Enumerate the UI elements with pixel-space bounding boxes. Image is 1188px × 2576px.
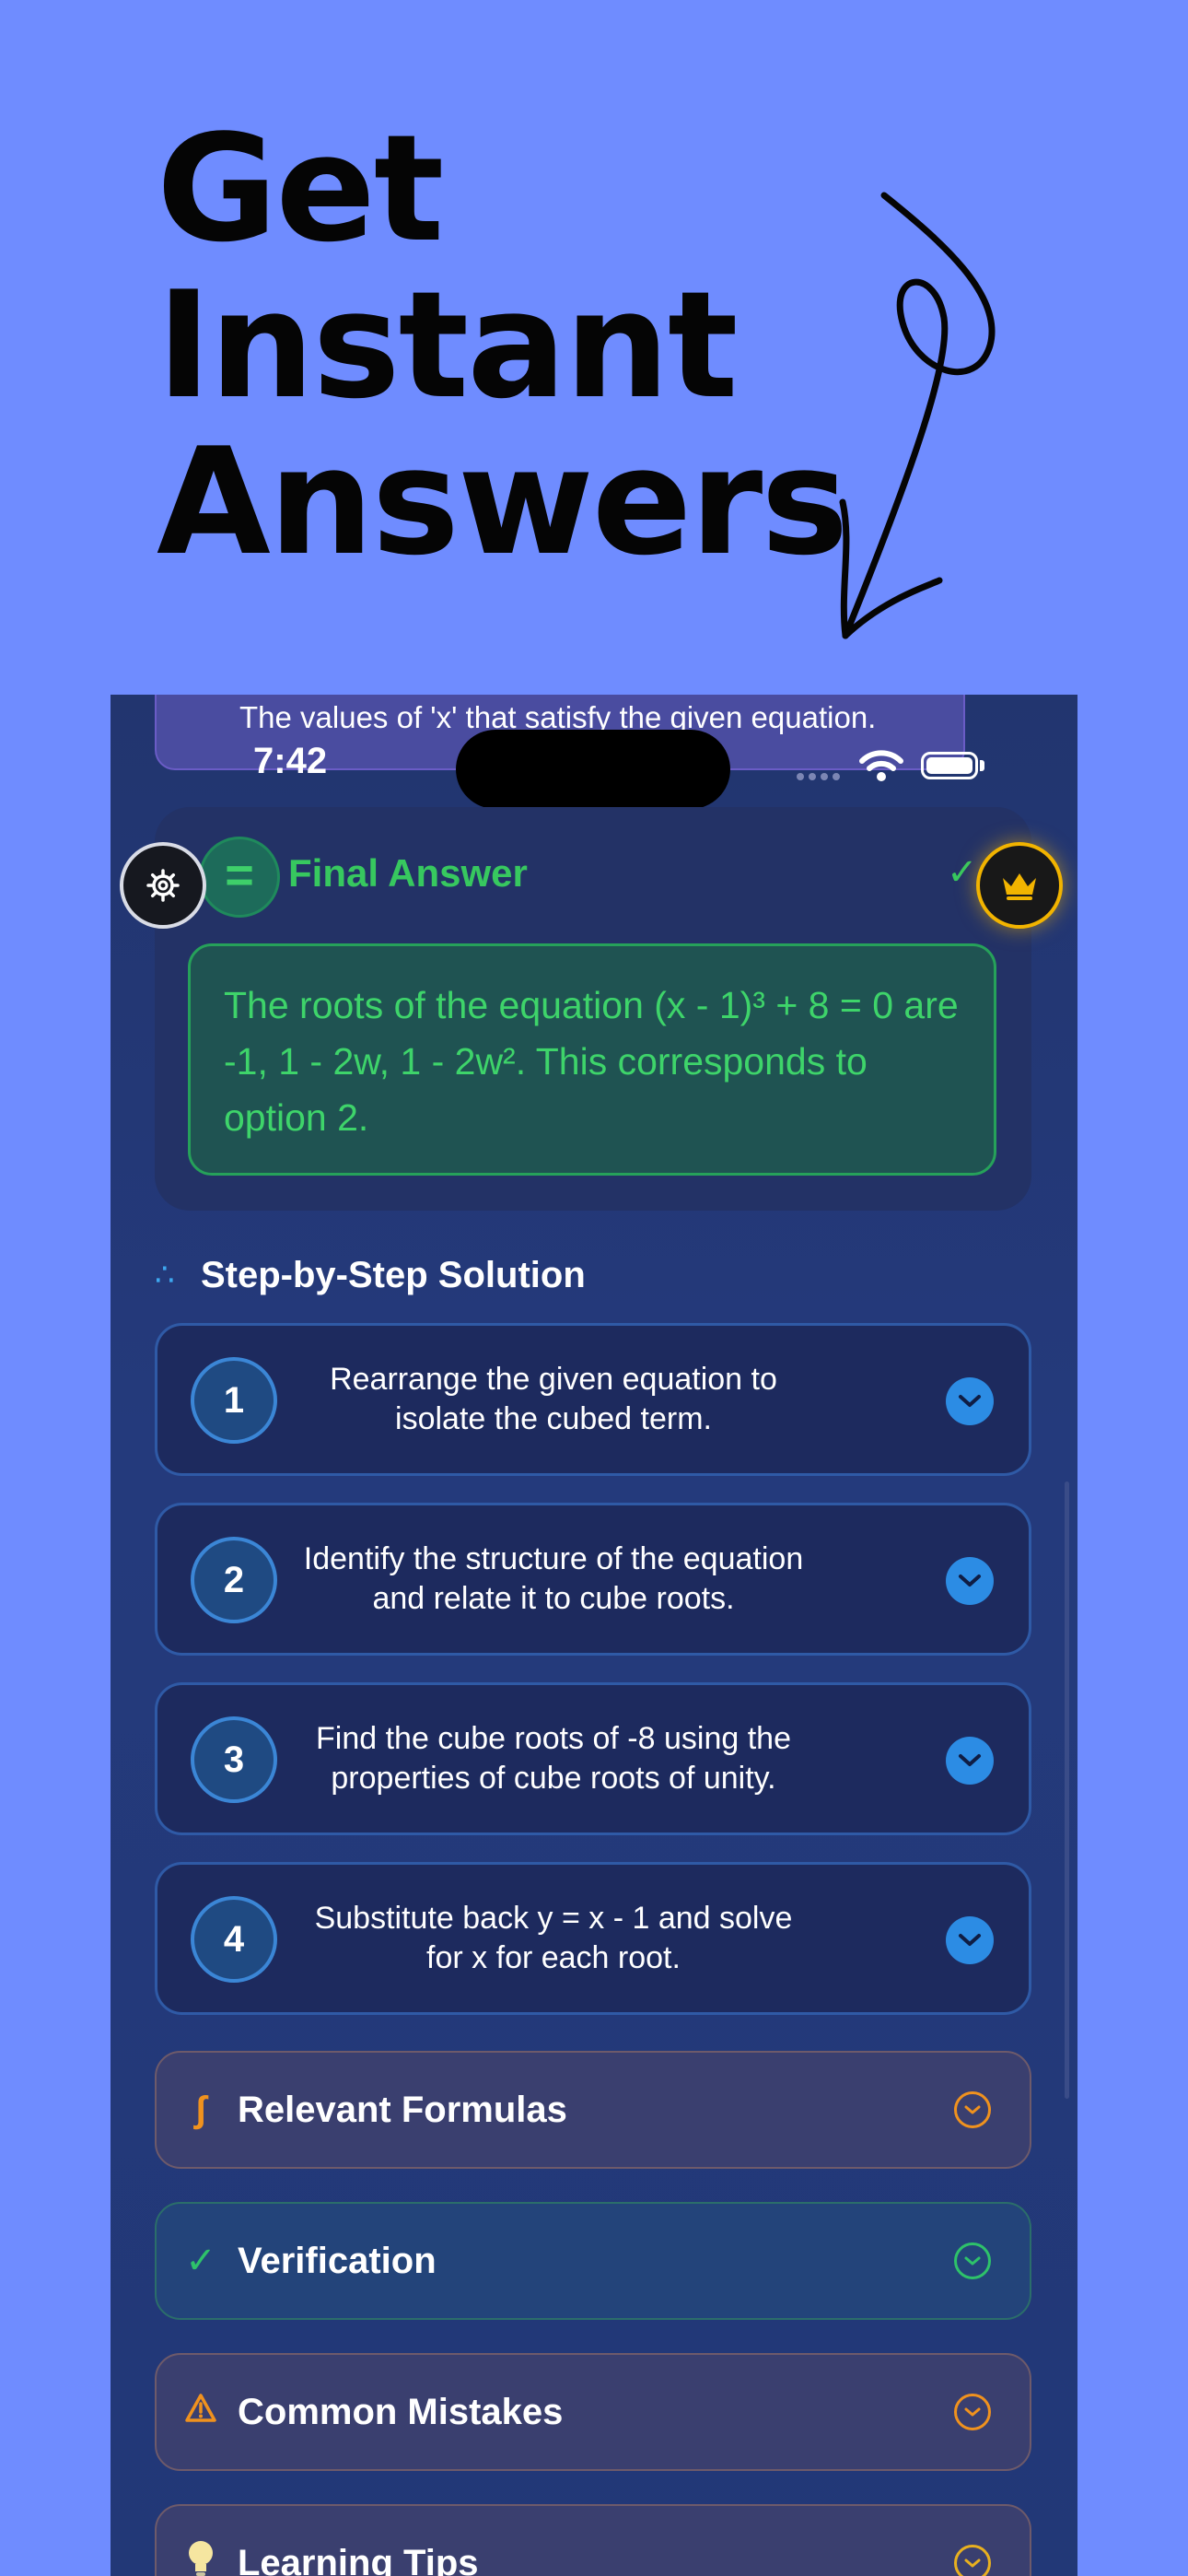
relevant-formulas-title: Relevant Formulas	[238, 2089, 567, 2130]
step-number: 4	[191, 1896, 277, 1983]
learning-tips-section[interactable]: Learning Tips	[155, 2504, 1031, 2576]
chevron-down-icon[interactable]	[946, 1377, 994, 1425]
check-icon: ✓	[947, 852, 978, 893]
solution-header: ∴ Step-by-Step Solution	[155, 1247, 586, 1303]
step-text: Identify the structure of the equation a…	[303, 1541, 804, 1616]
learning-tips-title: Learning Tips	[238, 2542, 479, 2576]
step-row[interactable]: 1 Rearrange the given equation to isolat…	[155, 1323, 1031, 1476]
chevron-down-icon[interactable]	[954, 2091, 991, 2128]
equals-badge: =	[199, 837, 280, 918]
final-answer-title: Final Answer	[288, 851, 528, 895]
warning-icon	[164, 2392, 238, 2433]
status-time: 7:42	[253, 741, 328, 781]
scrollbar[interactable]	[1065, 1481, 1069, 2099]
chevron-down-icon[interactable]	[954, 2545, 991, 2576]
battery-icon	[921, 752, 978, 779]
gear-icon	[146, 869, 180, 902]
common-mistakes-title: Common Mistakes	[238, 2391, 564, 2432]
premium-crown-button[interactable]	[976, 842, 1063, 929]
chevron-down-icon[interactable]	[946, 1557, 994, 1605]
step-row[interactable]: 4 Substitute back y = x - 1 and solve fo…	[155, 1862, 1031, 2015]
chevron-down-icon[interactable]	[946, 1737, 994, 1785]
chevron-down-icon[interactable]	[954, 2394, 991, 2430]
verification-title: Verification	[238, 2240, 437, 2281]
dynamic-island	[456, 730, 730, 809]
verification-section[interactable]: ✓ Verification	[155, 2202, 1031, 2320]
solution-title: Step-by-Step Solution	[201, 1254, 586, 1295]
check-icon: ✓	[185, 2241, 216, 2281]
chevron-down-icon[interactable]	[954, 2242, 991, 2279]
signal-icon	[797, 768, 846, 780]
headline-line-3: Answers	[157, 416, 848, 588]
step-row[interactable]: 2 Identify the structure of the equation…	[155, 1503, 1031, 1656]
headline-line-2: Instant	[157, 259, 739, 431]
step-text: Find the cube roots of -8 using the prop…	[316, 1721, 791, 1796]
settings-button[interactable]	[120, 842, 206, 929]
common-mistakes-section[interactable]: Common Mistakes	[155, 2353, 1031, 2471]
step-text: Rearrange the given equation to isolate …	[330, 1362, 777, 1436]
chevron-down-icon[interactable]	[946, 1916, 994, 1964]
phone-screen: The values of 'x' that satisfy the given…	[111, 695, 1077, 2576]
step-number: 1	[191, 1357, 277, 1444]
headline: Get Instant Answers	[157, 102, 848, 588]
lightbulb-icon	[164, 2538, 238, 2576]
final-answer-text: The roots of the equation (x - 1)³ + 8 =…	[188, 943, 996, 1176]
curly-arrow-icon	[839, 192, 996, 639]
wifi-icon	[859, 750, 903, 781]
integral-icon: ∫	[195, 2089, 206, 2130]
step-number: 3	[191, 1716, 277, 1803]
battery-tip	[980, 760, 984, 771]
relevant-formulas-section[interactable]: ∫ Relevant Formulas	[155, 2051, 1031, 2169]
step-number: 2	[191, 1537, 277, 1623]
step-row[interactable]: 3 Find the cube roots of -8 using the pr…	[155, 1682, 1031, 1835]
headline-line-1: Get	[157, 102, 444, 275]
final-answer-card: = Final Answer ✓ The roots of the equati…	[155, 807, 1031, 1211]
crown-icon	[1003, 873, 1036, 900]
step-text: Substitute back y = x - 1 and solve for …	[314, 1901, 793, 1975]
therefore-icon: ∴	[155, 1258, 175, 1293]
